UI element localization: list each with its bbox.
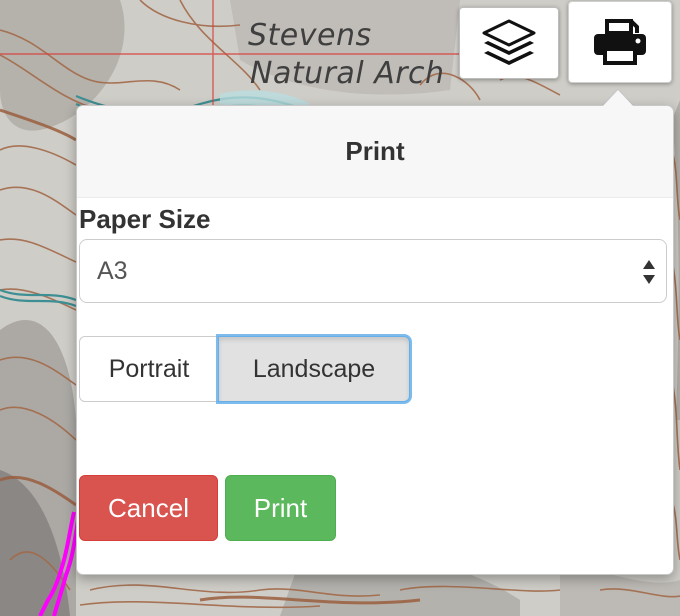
select-arrows-icon	[643, 260, 655, 284]
print-toggle-button[interactable]	[568, 1, 672, 83]
orientation-landscape-button[interactable]: Landscape	[218, 336, 410, 402]
map-place-label: Natural Arch	[250, 56, 445, 91]
paper-size-select[interactable]: A3	[79, 239, 667, 303]
cancel-button[interactable]: Cancel	[79, 475, 218, 541]
orientation-portrait-button[interactable]: Portrait	[79, 336, 219, 402]
print-popover: Print Paper Size A3 Portrait Landscape C…	[76, 105, 674, 575]
popover-arrow-fill	[602, 90, 634, 107]
print-button[interactable]: Print	[225, 475, 336, 541]
orientation-toggle: Portrait Landscape	[79, 336, 410, 404]
layers-button[interactable]	[459, 7, 559, 79]
printer-icon	[594, 19, 646, 65]
paper-size-label: Paper Size	[79, 204, 211, 234]
layers-icon	[482, 19, 536, 65]
popover-title: Print	[77, 106, 673, 198]
paper-size-value: A3	[97, 256, 128, 285]
map-place-label: Stevens	[248, 18, 372, 53]
